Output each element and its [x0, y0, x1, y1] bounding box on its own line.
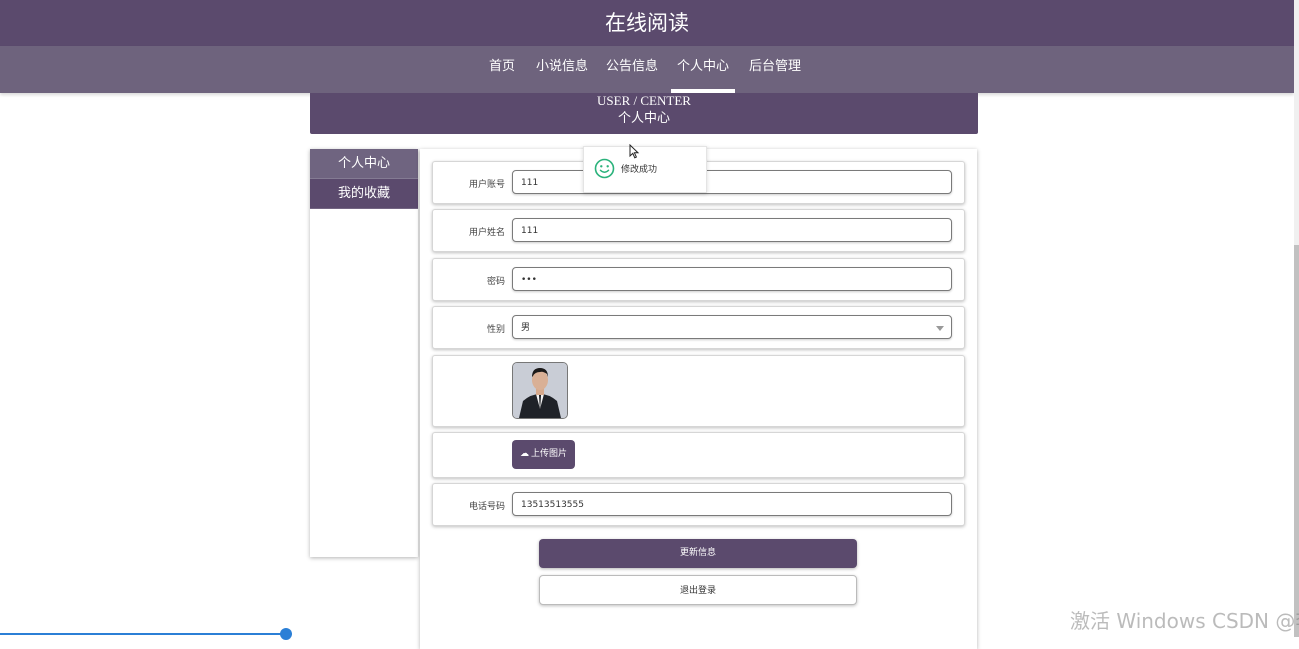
form-row-phone: 电话号码 13513513555	[432, 483, 965, 526]
progress-slider-handle[interactable]	[280, 628, 292, 640]
sidebar: 个人中心 我的收藏	[310, 149, 418, 557]
form-row-password: 密码 •••	[432, 258, 965, 301]
form-row-gender: 性别 男	[432, 306, 965, 349]
watermark: 激活 Windows CSDN @李子c	[1070, 609, 1299, 633]
gender-select[interactable]: 男	[512, 315, 952, 339]
gender-label: 性别	[486, 325, 505, 335]
password-input[interactable]: •••	[512, 267, 952, 291]
sidebar-item-favorites[interactable]: 我的收藏	[310, 179, 418, 209]
account-input[interactable]: 111	[512, 170, 952, 194]
nav-item-admin[interactable]: 后台管理	[749, 46, 801, 93]
phone-label: 电话号码	[468, 502, 505, 512]
form-row-upload: ☁ 上传图片	[432, 432, 965, 478]
form-row-name: 用户姓名 111	[432, 209, 965, 252]
scrollbar-thumb[interactable]	[1294, 245, 1299, 637]
page-scrollbar[interactable]	[1294, 0, 1299, 637]
cloud-upload-icon: ☁	[519, 449, 529, 459]
toast-message: 修改成功	[621, 165, 658, 175]
profile-form-panel: 用户账号 111 用户姓名 111 密码 ••• 性别 男 ☁ 上传图片 电话号…	[420, 149, 977, 649]
phone-input[interactable]: 13513513555	[512, 492, 952, 516]
upload-button-label: 上传图片	[530, 449, 567, 459]
account-label: 用户账号	[468, 180, 505, 190]
mouse-cursor-icon	[629, 144, 640, 159]
update-info-button[interactable]: 更新信息	[539, 539, 857, 568]
page-banner: USER / CENTER 个人中心	[310, 93, 978, 134]
form-row-avatar	[432, 355, 965, 427]
smile-icon	[594, 158, 615, 179]
nav-item-announcements[interactable]: 公告信息	[606, 46, 658, 93]
upload-image-button[interactable]: ☁ 上传图片	[512, 440, 575, 469]
logout-button[interactable]: 退出登录	[539, 575, 857, 605]
chevron-down-icon	[936, 326, 944, 331]
person-photo-icon	[513, 363, 567, 418]
password-label: 密码	[486, 277, 505, 287]
nav-item-home[interactable]: 首页	[489, 46, 515, 93]
success-toast: 修改成功	[583, 146, 707, 193]
site-title: 在线阅读	[0, 0, 1294, 46]
name-input[interactable]: 111	[512, 218, 952, 242]
sidebar-item-user-center[interactable]: 个人中心	[310, 149, 418, 179]
banner-title-cn: 个人中心	[617, 111, 670, 126]
nav-item-user-center[interactable]: 个人中心	[670, 46, 736, 93]
progress-slider-track[interactable]	[0, 633, 286, 635]
main-nav: 首页 小说信息 公告信息 个人中心 后台管理	[0, 46, 1294, 93]
banner-title-en: USER / CENTER	[597, 93, 691, 108]
name-label: 用户姓名	[468, 228, 505, 238]
nav-item-novels[interactable]: 小说信息	[536, 46, 588, 93]
avatar-image	[512, 362, 568, 419]
gender-select-value: 男	[521, 323, 531, 333]
